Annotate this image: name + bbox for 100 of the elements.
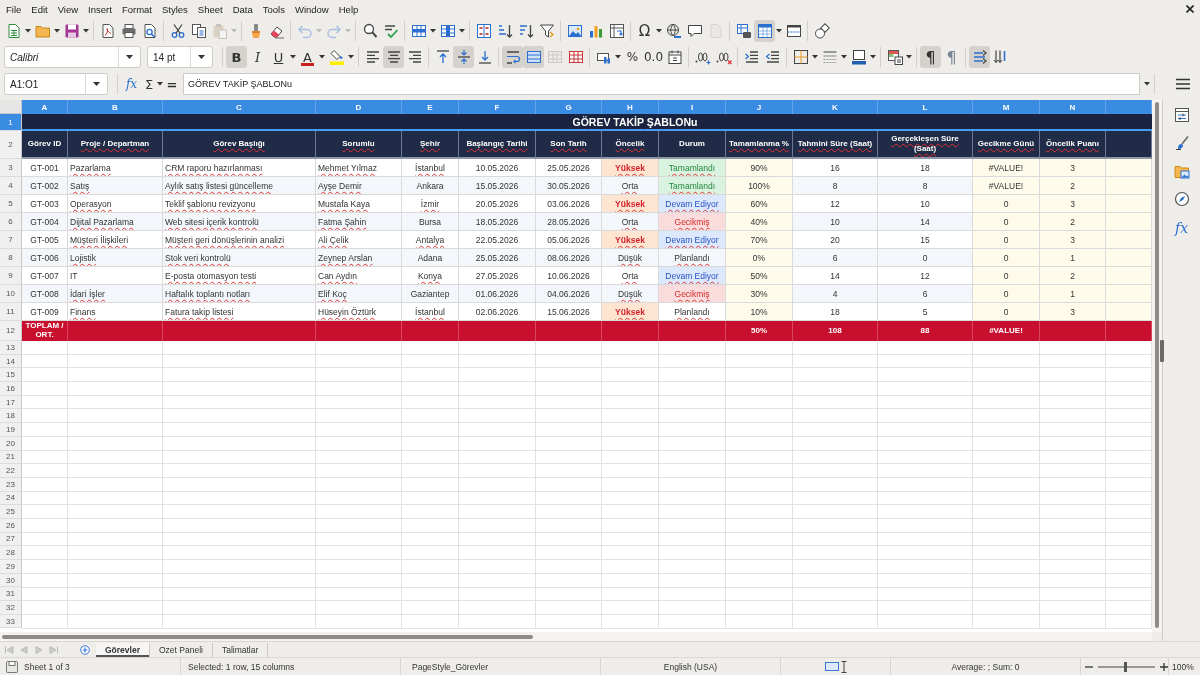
scrollbar-thumb[interactable] — [1155, 102, 1159, 628]
column-header[interactable]: B — [68, 100, 163, 114]
underline-button[interactable]: U — [268, 46, 289, 68]
row-header[interactable]: 6 — [0, 213, 22, 231]
column-header[interactable]: G — [536, 100, 602, 114]
scrollbar-thumb[interactable] — [2, 634, 533, 639]
bold-button[interactable]: B — [226, 46, 247, 68]
menu-item[interactable]: Help — [338, 3, 359, 15]
row-header[interactable]: 31 — [0, 587, 22, 602]
caret-down-icon[interactable] — [25, 29, 31, 33]
caret-down-icon[interactable] — [157, 82, 163, 86]
close-icon[interactable] — [1186, 5, 1194, 13]
caret-down-icon[interactable] — [812, 55, 818, 59]
menu-item[interactable]: View — [57, 3, 79, 15]
column-header[interactable]: D — [316, 100, 402, 114]
menu-item[interactable]: Tools — [262, 3, 285, 15]
sheet-tab[interactable]: Talimatlar — [212, 642, 269, 657]
align-middle-button[interactable] — [453, 46, 474, 68]
column-header[interactable]: F — [459, 100, 536, 114]
row-header[interactable]: 11 — [0, 303, 22, 321]
folder-picture-icon[interactable] — [1173, 163, 1190, 179]
menu-item[interactable]: Insert — [88, 3, 112, 15]
row-header[interactable]: 15 — [0, 368, 22, 383]
formula-button[interactable]: = — [164, 73, 180, 95]
caret-down-icon[interactable] — [348, 55, 354, 59]
plus-icon[interactable] — [1160, 662, 1168, 671]
rectangle-icon[interactable] — [824, 662, 839, 671]
merge-and-center-button[interactable] — [523, 46, 544, 68]
font-name-box[interactable]: Calibri — [4, 46, 141, 68]
column-header[interactable]: L — [878, 100, 973, 114]
row-header[interactable]: 10 — [0, 285, 22, 303]
row-header[interactable]: 18 — [0, 409, 22, 424]
menu-item[interactable]: Data — [232, 3, 253, 15]
caret-down-icon[interactable] — [290, 55, 296, 59]
caret-down-icon[interactable] — [198, 55, 205, 59]
row-header[interactable]: 25 — [0, 505, 22, 519]
align-center-button[interactable] — [383, 46, 404, 68]
caret-down-icon[interactable] — [1144, 82, 1150, 86]
functions-button[interactable]: fx — [1171, 219, 1192, 237]
plus-circle-icon[interactable] — [80, 644, 90, 655]
row-header[interactable]: 3 — [0, 159, 22, 177]
row-header[interactable]: 19 — [0, 423, 22, 437]
caret-down-icon[interactable] — [776, 29, 782, 33]
sum-button[interactable]: Σ — [142, 73, 156, 95]
caret-down-icon[interactable] — [656, 29, 662, 33]
row-header[interactable]: 29 — [0, 560, 22, 574]
column-header[interactable]: C — [163, 100, 316, 114]
horizontal-scrollbar[interactable] — [0, 632, 1152, 641]
zoom-percentage[interactable]: 100% — [1172, 661, 1194, 672]
text-cursor-icon[interactable] — [840, 660, 847, 673]
slider-thumb[interactable] — [1123, 661, 1127, 672]
sheet-tab[interactable]: Ozet Paneli — [149, 642, 213, 657]
handle-icon[interactable] — [1160, 340, 1164, 362]
row-header[interactable]: 22 — [0, 464, 22, 478]
font-color-button[interactable]: A — [297, 46, 318, 68]
column-header[interactable]: M — [973, 100, 1040, 114]
menu-item[interactable]: Window — [294, 3, 329, 15]
column-header[interactable]: A — [22, 100, 68, 114]
caret-down-icon[interactable] — [93, 82, 100, 86]
caret-down-icon[interactable] — [54, 29, 60, 33]
font-size-box[interactable]: 14 pt — [147, 46, 213, 68]
caret-down-icon[interactable] — [430, 29, 436, 33]
special-character-button[interactable]: Ω — [634, 20, 655, 42]
column-header[interactable]: E — [402, 100, 459, 114]
sheet-tab[interactable]: Görevler — [96, 642, 150, 657]
menu-icon[interactable] — [1176, 78, 1190, 90]
caret-down-icon[interactable] — [319, 55, 325, 59]
menu-item[interactable]: Styles — [161, 3, 188, 15]
row-header[interactable]: 8 — [0, 249, 22, 267]
name-box[interactable]: A1:O1 — [4, 73, 108, 95]
row-header[interactable]: 2 — [0, 131, 22, 159]
caret-down-icon[interactable] — [126, 55, 133, 59]
column-header[interactable]: J — [726, 100, 793, 114]
paintbrush-icon[interactable] — [1173, 135, 1190, 151]
row-header[interactable]: 13 — [0, 341, 22, 355]
row-header[interactable]: 16 — [0, 382, 22, 396]
menu-item[interactable]: File — [6, 3, 22, 15]
compass-icon[interactable] — [1173, 191, 1190, 207]
menu-item[interactable]: Format — [121, 3, 152, 15]
freeze-rows-columns-button[interactable] — [754, 20, 775, 42]
row-header[interactable]: 5 — [0, 195, 22, 213]
vertical-scrollbar[interactable] — [1152, 100, 1162, 632]
number-button[interactable]: 0.0 — [643, 46, 664, 68]
caret-down-icon[interactable] — [870, 55, 876, 59]
caret-down-icon[interactable] — [615, 55, 621, 59]
row-header[interactable]: 4 — [0, 177, 22, 195]
italic-button[interactable]: I — [247, 46, 268, 68]
percent-button[interactable]: % — [622, 46, 643, 68]
caret-down-icon[interactable] — [841, 55, 847, 59]
wrap-text-button[interactable] — [502, 46, 523, 68]
row-header[interactable]: 12 — [0, 321, 22, 341]
row-header[interactable]: 9 — [0, 267, 22, 285]
caret-down-icon[interactable] — [906, 55, 912, 59]
left-to-right-button[interactable]: ¶ — [920, 46, 941, 68]
function-wizard-button[interactable]: fx — [121, 73, 142, 95]
column-header[interactable]: K — [793, 100, 878, 114]
column-header[interactable]: H — [602, 100, 659, 114]
column-header[interactable]: N — [1040, 100, 1106, 114]
caret-down-icon[interactable] — [459, 29, 465, 33]
column-header[interactable]: I — [659, 100, 726, 114]
